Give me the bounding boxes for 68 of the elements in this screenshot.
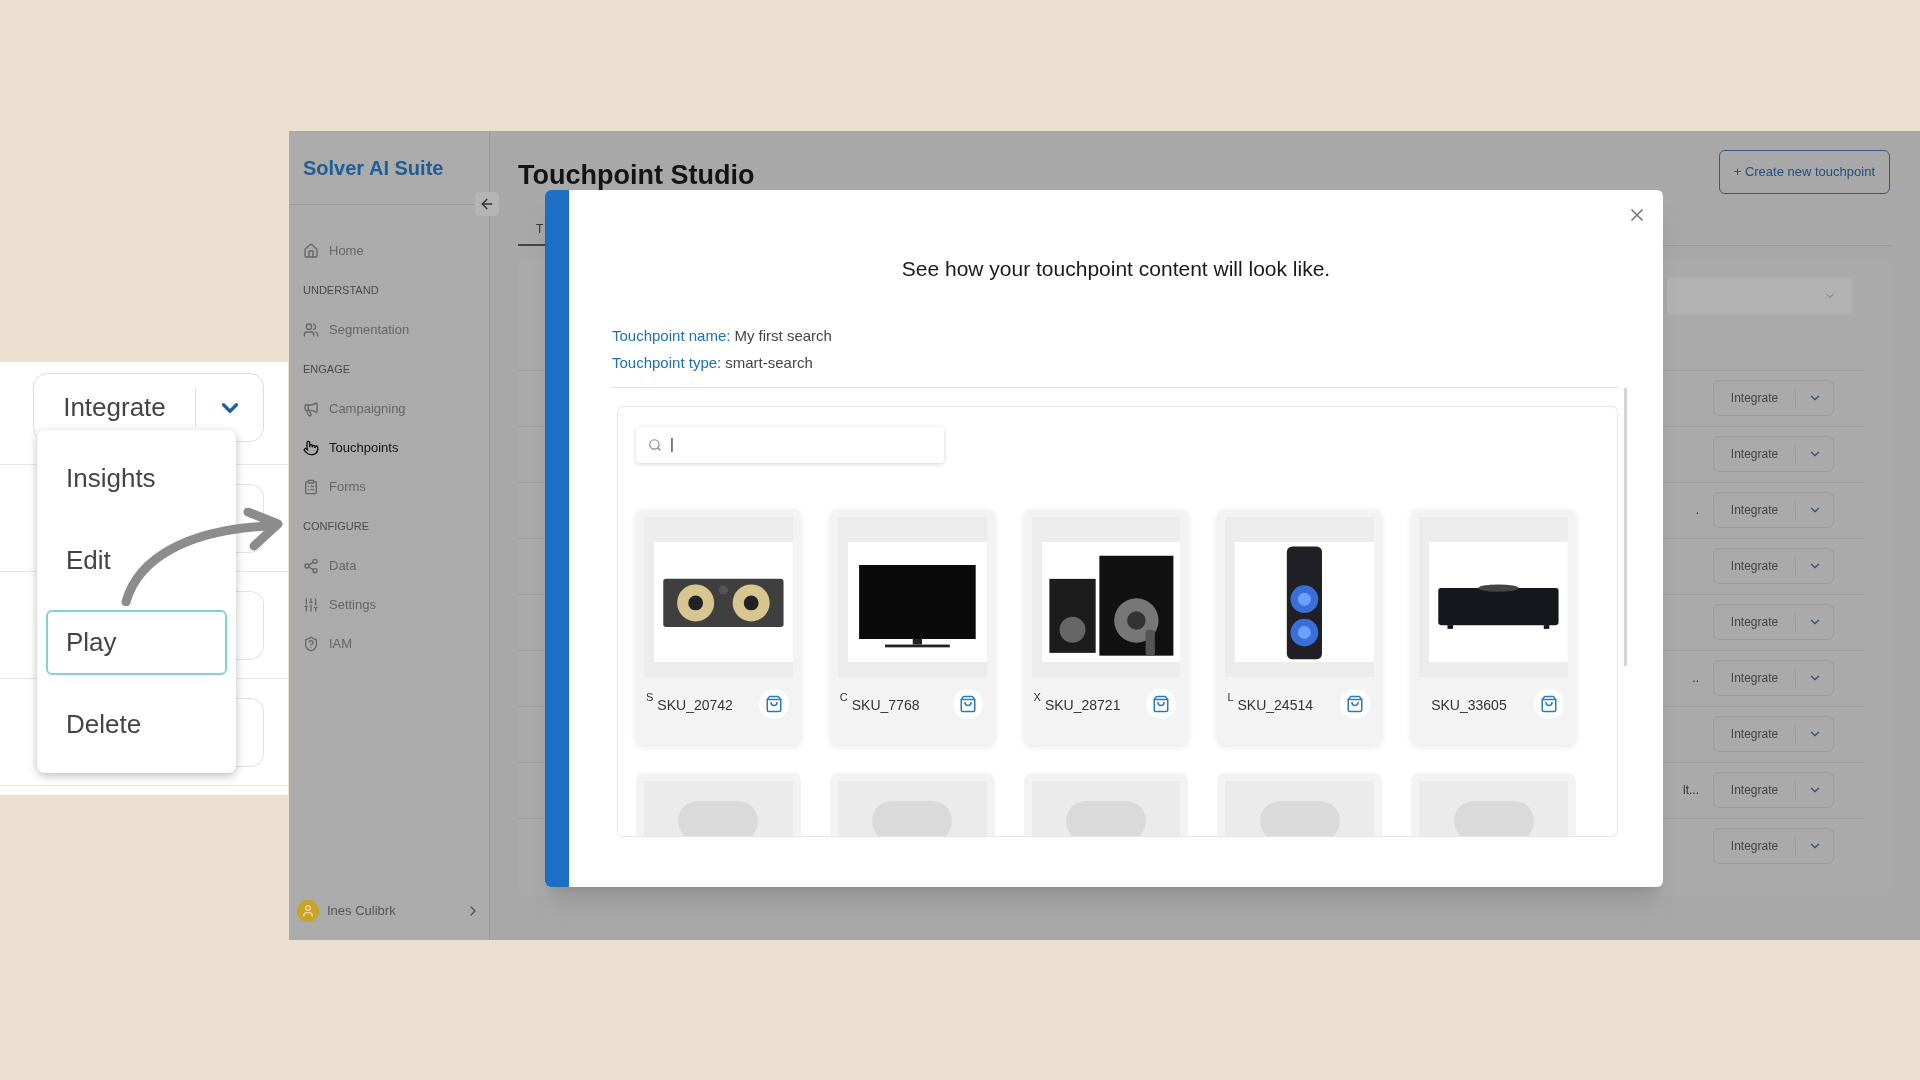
hand-pointer-icon	[303, 439, 319, 456]
megaphone-icon	[303, 400, 319, 417]
info-label: Touchpoint name:	[612, 325, 731, 346]
info-label: Touchpoint type:	[612, 353, 722, 373]
section-heading: CONFIGURE	[302, 518, 370, 534]
integrate-split-button[interactable]: Integrate	[1713, 492, 1834, 528]
modal-heading: See how your touchpoint content will look like.	[900, 256, 1332, 282]
product-card[interactable]: X SKU_28721	[1023, 508, 1189, 745]
table-cell-text: ..	[1692, 670, 1699, 687]
avatar-icon	[297, 900, 319, 922]
brand-title: Solver AI Suite	[303, 155, 444, 181]
info-value: My first search	[734, 325, 832, 346]
integrate-split-button[interactable]: Integrate	[1713, 716, 1834, 752]
integrate-split-button[interactable]: Integrate	[1713, 548, 1834, 584]
integrate-split-button[interactable]: Integrate	[1713, 828, 1834, 864]
section-heading: ENGAGE	[302, 361, 352, 377]
sidebar-item[interactable]: Forms	[297, 467, 481, 506]
collapse-button[interactable]	[475, 192, 499, 216]
section-heading: UNDERSTAND	[302, 282, 380, 298]
search-icon	[648, 437, 662, 452]
sidebar-item[interactable]: Campaigning	[297, 389, 481, 428]
shield-icon	[303, 635, 319, 652]
table-cell-text: lt...	[1683, 782, 1699, 799]
product-label: X	[1033, 689, 1041, 705]
cart-icon[interactable]	[952, 688, 983, 719]
nodes-icon	[303, 557, 319, 574]
people-icon	[303, 321, 319, 338]
back-arrow-icon	[479, 196, 495, 212]
table-cell-text: .	[1695, 502, 1699, 519]
sidebar-item[interactable]: Data	[297, 546, 481, 585]
product-label: C	[839, 689, 848, 705]
cart-icon[interactable]	[1146, 688, 1177, 719]
sidebar-item[interactable]: IAM	[297, 624, 481, 663]
integrate-split-button[interactable]: Integrate	[1713, 660, 1834, 696]
sku-label: SKU_24514	[1237, 696, 1314, 715]
sku-label: SKU_28721	[1044, 696, 1121, 715]
product-label: S	[646, 689, 654, 705]
sidebar-item[interactable]: Home	[297, 231, 481, 270]
clipboard-icon	[303, 478, 319, 495]
product-label: L	[1227, 689, 1234, 705]
search-field[interactable]: |	[636, 426, 944, 463]
sku-label: SKU_20742	[657, 696, 733, 715]
sliders-icon	[303, 596, 319, 613]
cart-icon[interactable]	[758, 688, 789, 719]
sidebar-item[interactable]: Touchpoints	[297, 428, 481, 467]
integrate-split-button[interactable]: Integrate	[1713, 772, 1834, 808]
menu-item[interactable]: Delete	[46, 691, 227, 757]
sku-label: SKU_33605	[1431, 696, 1507, 715]
home-icon	[303, 242, 319, 259]
cart-icon[interactable]	[1340, 688, 1371, 719]
sidebar-item[interactable]: Segmentation	[297, 310, 481, 349]
integrate-split-button[interactable]: Integrate	[1713, 604, 1834, 640]
menu-item[interactable]: Play	[46, 609, 227, 675]
create-touchpoint-button[interactable]: + Create new touchpoint	[1718, 150, 1890, 194]
product-card[interactable]: C SKU_7768	[829, 508, 995, 745]
user-name: Ines Culibrk	[327, 902, 396, 921]
page-title: Touchpoint Studio	[518, 159, 755, 192]
menu-item[interactable]: Edit	[46, 528, 227, 594]
integrate-split-button[interactable]: Integrate	[1713, 436, 1834, 472]
sidebar-item[interactable]: Settings	[297, 585, 481, 624]
info-value: smart-search	[725, 353, 813, 373]
product-card[interactable]: SKU_33605	[1411, 508, 1576, 745]
sku-label: SKU_7768	[851, 696, 920, 715]
menu-item[interactable]: Insights	[46, 446, 227, 512]
cart-icon[interactable]	[1534, 688, 1564, 719]
integrate-split-button[interactable]: Integrate	[1713, 380, 1834, 416]
product-card[interactable]: S SKU_20742	[636, 508, 801, 745]
product-card[interactable]: L SKU_24514	[1217, 508, 1383, 745]
